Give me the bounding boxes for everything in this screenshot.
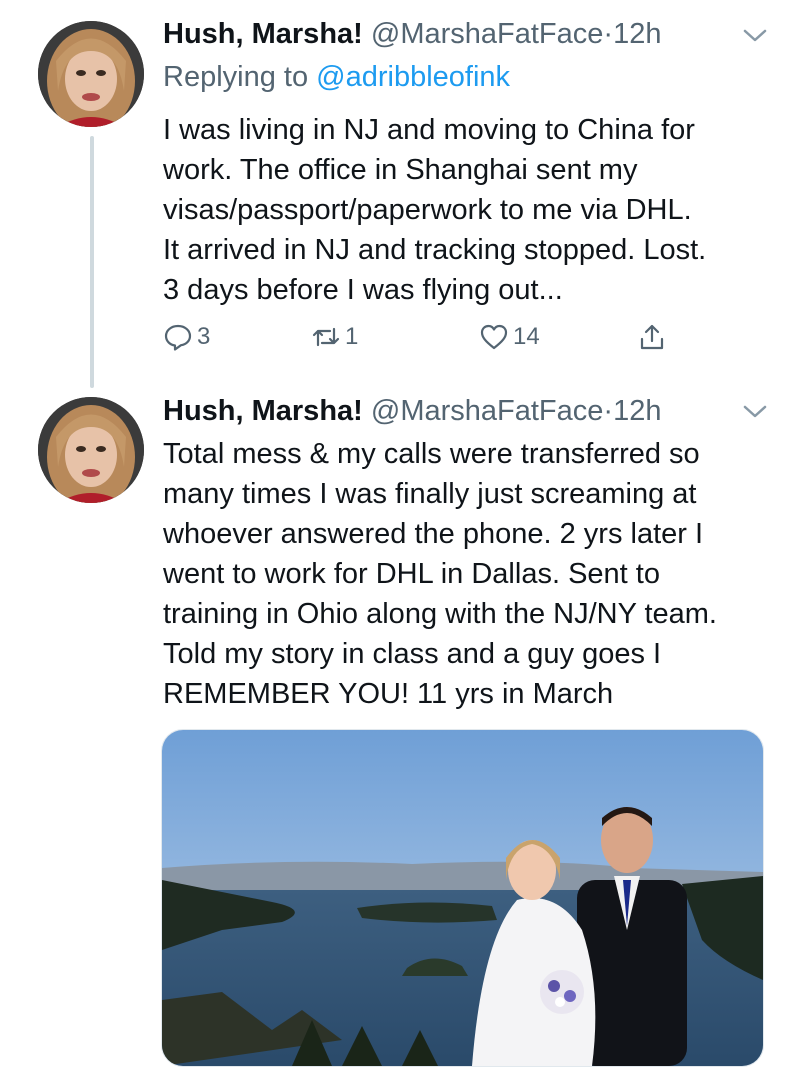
user-handle[interactable]: @MarshaFatFace <box>371 18 604 50</box>
tweet-text-line: training in Ohio along with the NJ/NY te… <box>163 598 717 630</box>
tweet-text-line: 3 days before I was flying out... <box>163 274 563 306</box>
share-icon <box>640 324 664 350</box>
tweet-header: Hush, Marsha! @MarshaFatFace·12h <box>163 17 661 51</box>
timestamp[interactable]: 12h <box>613 395 661 427</box>
tweet-header: Hush, Marsha! @MarshaFatFace·12h <box>163 394 661 428</box>
tweet-text-line: It arrived in NJ and tracking stopped. L… <box>163 234 707 266</box>
tweet-text-line: Total mess & my calls were transferred s… <box>163 438 700 470</box>
tweet-text-line: work. The office in Shanghai sent my <box>163 154 638 186</box>
user-handle[interactable]: @MarshaFatFace <box>371 395 604 427</box>
retweet-icon <box>312 327 340 347</box>
like-count: 14 <box>513 323 540 350</box>
chevron-down-icon[interactable] <box>742 404 768 420</box>
tweet-actions: 3 1 14 <box>163 322 683 362</box>
tweet-text-line: many times I was finally just screaming … <box>163 478 697 510</box>
tweet-text-line: REMEMBER YOU! 11 yrs in March <box>163 678 614 710</box>
timestamp[interactable]: 12h <box>613 18 661 50</box>
tweet-text-line: whoever answered the phone. 2 yrs later … <box>163 518 704 550</box>
thread-line <box>90 136 94 388</box>
reply-count: 3 <box>197 323 211 350</box>
tweet-text: I was living in NJ and moving to China f… <box>163 110 773 310</box>
replying-to-label: Replying to <box>163 61 309 93</box>
tweet-text-line: I was living in NJ and moving to China f… <box>163 114 695 146</box>
avatar[interactable] <box>38 21 144 127</box>
heart-icon <box>480 324 508 350</box>
tweet-text-line: visas/passport/paperwork to me via DHL. <box>163 194 692 226</box>
tweet-text-line: Told my story in class and a guy goes I <box>163 638 662 670</box>
chevron-down-icon[interactable] <box>742 28 768 44</box>
retweet-button[interactable]: 1 <box>311 322 358 352</box>
avatar[interactable] <box>38 397 144 503</box>
reply-button[interactable]: 3 <box>163 322 210 352</box>
reply-icon <box>164 324 192 351</box>
replying-to-link[interactable]: @adribbleofink <box>316 61 510 93</box>
like-button[interactable]: 14 <box>479 322 540 352</box>
separator-dot: · <box>603 18 614 50</box>
separator-dot: · <box>603 395 614 427</box>
display-name[interactable]: Hush, Marsha! <box>163 18 363 50</box>
tweet-text-line: went to work for DHL in Dallas. Sent to <box>163 558 660 590</box>
display-name[interactable]: Hush, Marsha! <box>163 395 363 427</box>
tweet-text: Total mess & my calls were transferred s… <box>163 434 773 714</box>
retweet-count: 1 <box>345 323 359 350</box>
share-button[interactable] <box>637 322 667 352</box>
tweet-photo[interactable] <box>161 729 764 1067</box>
replying-to: Replying to @adribbleofink <box>163 60 510 94</box>
